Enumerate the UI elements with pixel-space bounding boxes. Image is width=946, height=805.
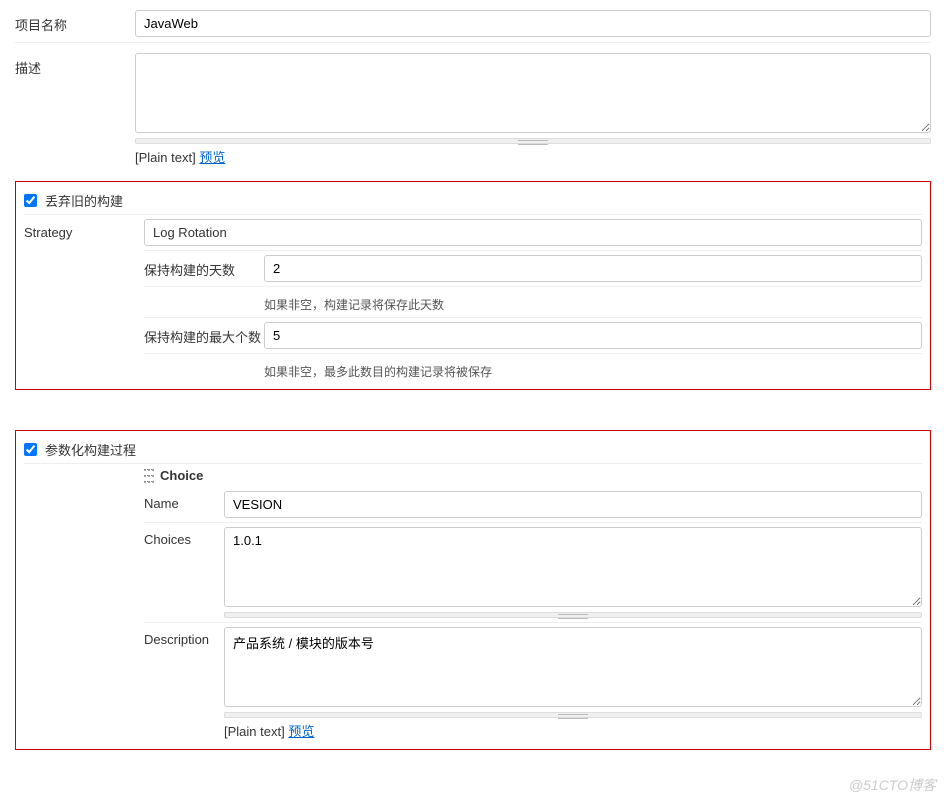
param-preview-link[interactable]: 预览 — [288, 724, 314, 739]
resize-handle[interactable] — [224, 612, 922, 618]
project-name-row: 项目名称 — [15, 10, 931, 43]
param-choices-textarea[interactable] — [224, 527, 922, 607]
param-name-label: Name — [144, 491, 224, 511]
discard-old-checkbox[interactable] — [24, 194, 37, 207]
description-label: 描述 — [15, 53, 135, 77]
days-to-keep-label: 保持构建的天数 — [144, 255, 264, 279]
parameterized-label: 参数化构建过程 — [45, 440, 136, 459]
param-plain-text-label: [Plain text] — [224, 724, 285, 739]
description-textarea[interactable] — [135, 53, 931, 133]
param-desc-label: Description — [144, 627, 224, 647]
strategy-label: Strategy — [24, 225, 144, 240]
project-name-input[interactable] — [135, 10, 931, 37]
param-choices-label: Choices — [144, 527, 224, 547]
parameterized-checkbox-row: 参数化构建过程 — [24, 436, 922, 464]
drag-handle-icon[interactable] — [144, 469, 154, 483]
watermark: @51CTO博客 — [849, 775, 936, 795]
discard-old-checkbox-row: 丢弃旧的构建 — [24, 187, 922, 215]
parameterized-build-box: 参数化构建过程 Choice Name Choices — [15, 430, 931, 750]
param-name-input[interactable] — [224, 491, 922, 518]
resize-handle[interactable] — [135, 138, 931, 144]
days-to-keep-help: 如果非空，构建记录将保存此天数 — [264, 291, 444, 313]
parameterized-checkbox[interactable] — [24, 443, 37, 456]
days-to-keep-input[interactable] — [264, 255, 922, 282]
max-to-keep-help: 如果非空，最多此数目的构建记录将被保存 — [264, 358, 492, 380]
plain-text-label: [Plain text] — [135, 150, 196, 165]
param-desc-textarea[interactable] — [224, 627, 922, 707]
strategy-select[interactable]: Log Rotation — [144, 219, 922, 246]
preview-link[interactable]: 预览 — [199, 150, 225, 165]
max-to-keep-label: 保持构建的最大个数 — [144, 322, 264, 346]
max-to-keep-input[interactable] — [264, 322, 922, 349]
description-row: 描述 [Plain text] 预览 — [15, 53, 931, 171]
project-name-label: 项目名称 — [15, 10, 135, 34]
resize-handle[interactable] — [224, 712, 922, 718]
discard-old-label: 丢弃旧的构建 — [45, 191, 123, 210]
discard-old-builds-box: 丢弃旧的构建 Strategy Log Rotation 保持构建的天数 如果非… — [15, 181, 931, 390]
choice-header: Choice — [144, 464, 922, 487]
